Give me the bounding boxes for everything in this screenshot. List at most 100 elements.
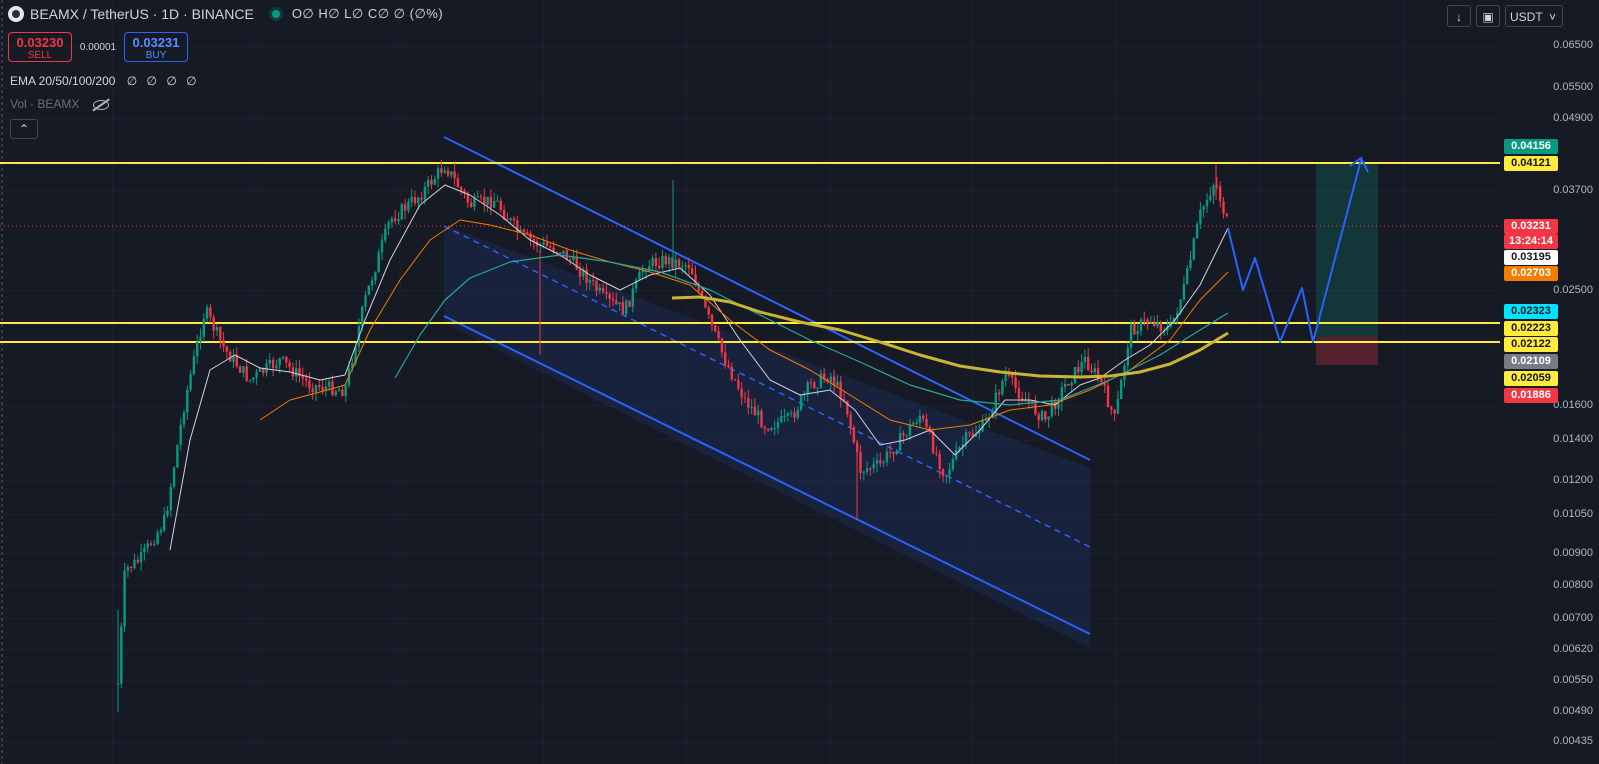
candle-body: [212, 316, 215, 331]
candle-body: [882, 462, 885, 464]
collapse-legend-button[interactable]: ⌃: [10, 119, 38, 139]
candle-body: [611, 298, 615, 301]
price-badge: 0.01886: [1504, 388, 1558, 403]
candle-body: [898, 433, 902, 451]
candle-body: [255, 371, 258, 378]
candle-body: [1146, 319, 1149, 324]
candle-body: [334, 391, 337, 396]
candle-body: [182, 412, 186, 425]
candle-body: [945, 475, 948, 477]
candle-body: [664, 256, 667, 265]
candle-body: [760, 410, 763, 428]
candle-body: [248, 379, 252, 381]
candle-body: [1202, 206, 1205, 210]
candle-body: [879, 460, 882, 464]
candle-body: [314, 385, 318, 393]
sell-button[interactable]: 0.03230 SELL: [8, 32, 72, 62]
candle-body: [420, 197, 423, 200]
price-badge: 0.04121: [1504, 156, 1558, 171]
candle-body: [1153, 322, 1156, 326]
candle-body: [1212, 185, 1215, 196]
candle-body: [433, 178, 436, 185]
ema-values: ∅ ∅ ∅ ∅: [126, 74, 200, 88]
candle-body: [318, 385, 321, 388]
candle-body: [714, 325, 717, 332]
candle-body: [727, 365, 730, 368]
candle-body: [172, 467, 176, 487]
candle-body: [799, 395, 803, 411]
candle-body: [793, 412, 796, 418]
symbol-title[interactable]: BEAMX / TetherUS · 1D · BINANCE: [30, 6, 254, 22]
candle-body: [242, 366, 245, 373]
price-tick-label: 0.05500: [1553, 81, 1593, 93]
candle-body: [889, 451, 892, 453]
candle-body: [618, 302, 621, 305]
candle-body: [238, 366, 242, 373]
candle-body: [123, 570, 126, 627]
candle-body: [344, 385, 347, 397]
candle-body: [641, 271, 644, 273]
candle-body: [743, 397, 747, 399]
channel-fill: [444, 225, 1090, 648]
candle-body: [278, 358, 281, 366]
candle-body: [1225, 213, 1228, 216]
price-badge: 0.02109: [1504, 354, 1558, 369]
candle-body: [776, 421, 780, 428]
candle-body: [192, 356, 196, 375]
candle-body: [849, 414, 852, 428]
price-tick-label: 0.00550: [1553, 674, 1593, 686]
currency-select[interactable]: USDT ˅: [1505, 5, 1563, 27]
price-tick-label: 0.02500: [1553, 284, 1593, 296]
candle-body: [733, 379, 737, 381]
candle-body: [661, 256, 664, 269]
candle-body: [1139, 319, 1143, 332]
candle-body: [905, 435, 908, 437]
candle-body: [403, 204, 407, 211]
price-tick-label: 0.01200: [1553, 474, 1593, 486]
chevron-down-icon: ˅: [1548, 10, 1556, 24]
candle-body: [469, 202, 473, 208]
candle-body: [222, 339, 225, 347]
hidden-eye-icon[interactable]: [92, 99, 109, 110]
candle-body: [1149, 322, 1153, 324]
candle-body: [912, 423, 915, 425]
candle-body: [311, 388, 314, 393]
candle-body: [219, 327, 222, 340]
candle-body: [450, 171, 453, 176]
candle-body: [783, 415, 786, 417]
candle-body: [753, 406, 757, 416]
candle-body: [1001, 380, 1004, 395]
candle-body: [460, 187, 463, 191]
candle-body: [337, 389, 341, 392]
candle-body: [1024, 400, 1027, 402]
fullscreen-button[interactable]: ▣: [1476, 5, 1500, 27]
candle-body: [126, 566, 130, 571]
candle-body: [638, 271, 641, 280]
candle-body: [836, 381, 839, 386]
price-badge: 0.02323: [1504, 304, 1558, 319]
price-chart[interactable]: [0, 0, 1599, 764]
candle-body: [526, 231, 529, 234]
volume-indicator-legend[interactable]: Vol · BEAMX: [10, 97, 109, 111]
candle-body: [542, 242, 545, 245]
candle-body: [1116, 399, 1120, 414]
candle-body: [964, 432, 968, 445]
candle-body: [163, 515, 166, 531]
candle-body: [829, 376, 832, 383]
candle-body: [1159, 322, 1162, 332]
candle-body: [166, 510, 169, 516]
candle-body: [1040, 410, 1044, 421]
buy-button[interactable]: 0.03231 BUY: [124, 32, 188, 62]
candle-body: [133, 559, 136, 569]
candle-body: [1143, 319, 1146, 321]
candle-body: [139, 551, 143, 563]
candle-body: [922, 415, 925, 419]
ohlc-values: O∅ H∅ L∅ C∅ ∅ (∅%): [291, 6, 444, 21]
spread-value: 0.00001: [79, 41, 117, 53]
candle-body: [288, 362, 291, 368]
candle-body: [196, 341, 199, 357]
candle-body: [496, 200, 499, 202]
scroll-down-button[interactable]: ↓: [1447, 5, 1471, 27]
ema-indicator-legend[interactable]: EMA 20/50/100/200 ∅ ∅ ∅ ∅: [10, 74, 200, 88]
price-tick-label: 0.00490: [1553, 705, 1593, 717]
